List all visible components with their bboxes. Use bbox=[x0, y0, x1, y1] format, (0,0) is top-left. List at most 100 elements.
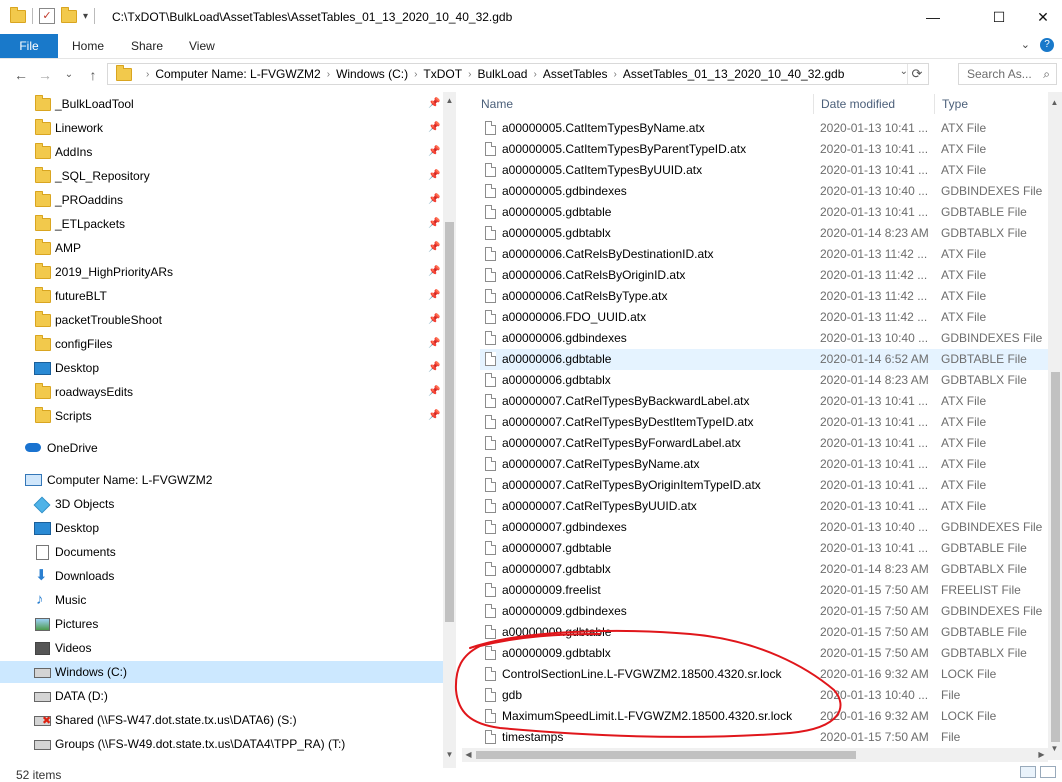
forward-button[interactable]: → bbox=[36, 66, 54, 84]
nav-item-configfiles[interactable]: configFiles 📌 bbox=[0, 333, 443, 355]
pin-icon[interactable]: 📌 bbox=[428, 309, 440, 331]
nav-item-addins[interactable]: AddIns 📌 bbox=[0, 141, 443, 163]
column-header-name[interactable]: Name bbox=[481, 92, 513, 116]
file-row[interactable]: a00000006.gdbtable 2020-01-14 6:52 AM GDBT… bbox=[480, 349, 1052, 370]
nav-item-3d-objects[interactable]: 3D Objects bbox=[0, 493, 443, 515]
file-row[interactable]: a00000006.CatRelsByType.atx 2020-01-13 11… bbox=[480, 286, 1052, 307]
file-row[interactable]: a00000006.CatRelsByOriginID.atx 2020-01-1… bbox=[480, 265, 1052, 286]
nav-item-downloads[interactable]: ⬇ Downloads bbox=[0, 565, 443, 587]
recent-locations-button[interactable]: ⌄ bbox=[60, 66, 78, 84]
file-row[interactable]: a00000005.CatItemTypesByParentTypeID.atx… bbox=[480, 139, 1052, 160]
nav-scrollbar[interactable]: ▲ ▼ bbox=[443, 92, 456, 768]
maximize-button[interactable]: ☐ bbox=[976, 4, 1022, 30]
column-header-type[interactable]: Type bbox=[942, 92, 968, 116]
nav-item-documents[interactable]: Documents bbox=[0, 541, 443, 563]
chevron-right-icon[interactable]: › bbox=[468, 69, 471, 80]
file-row[interactable]: a00000007.CatRelTypesByName.atx 2020-01-1… bbox=[480, 454, 1052, 475]
file-row[interactable]: a00000007.gdbtable 2020-01-13 10:41 ... GD… bbox=[480, 538, 1052, 559]
column-header-date[interactable]: Date modified bbox=[821, 92, 895, 116]
breadcrumb-txdot[interactable]: TxDOT bbox=[423, 67, 462, 81]
refresh-button[interactable]: ⟳ bbox=[907, 64, 926, 84]
search-icon[interactable]: ⌕ bbox=[1043, 64, 1050, 84]
scrollbar-thumb[interactable] bbox=[476, 751, 856, 759]
breadcrumb-windows-c[interactable]: Windows (C:) bbox=[336, 67, 408, 81]
nav-item-futureblt[interactable]: futureBLT 📌 bbox=[0, 285, 443, 307]
nav-item-amp[interactable]: AMP 📌 bbox=[0, 237, 443, 259]
pin-icon[interactable]: 📌 bbox=[428, 213, 440, 235]
file-row[interactable]: a00000005.CatItemTypesByUUID.atx 2020-01-… bbox=[480, 160, 1052, 181]
file-row[interactable]: a00000005.gdbtable 2020-01-13 10:41 ... GD… bbox=[480, 202, 1052, 223]
chevron-right-icon[interactable]: › bbox=[614, 69, 617, 80]
up-button[interactable]: ↑ bbox=[84, 66, 102, 84]
column-divider[interactable] bbox=[813, 94, 814, 114]
nav-item-proaddins[interactable]: _PROaddins 📌 bbox=[0, 189, 443, 211]
nav-item-pictures[interactable]: Pictures bbox=[0, 613, 443, 635]
breadcrumb-bulkload[interactable]: BulkLoad bbox=[477, 67, 527, 81]
nav-item-shared-s[interactable]: ✖ Shared (\\FS-W47.dot.state.tx.us\DATA6… bbox=[0, 709, 443, 731]
tab-file[interactable]: File bbox=[0, 34, 58, 58]
close-button[interactable]: ✕ bbox=[1020, 4, 1062, 30]
nav-item-linework[interactable]: Linework 📌 bbox=[0, 117, 443, 139]
nav-item-scripts[interactable]: Scripts 📌 bbox=[0, 405, 443, 427]
chevron-right-icon[interactable]: › bbox=[533, 69, 536, 80]
file-row[interactable]: timestamps 2020-01-15 7:50 AM File bbox=[480, 727, 1052, 748]
breadcrumb-gdb[interactable]: AssetTables_01_13_2020_10_40_32.gdb bbox=[623, 67, 845, 81]
file-row[interactable]: MaximumSpeedLimit.L-FVGWZM2.18500.4320.s… bbox=[480, 706, 1052, 727]
file-row[interactable]: a00000007.CatRelTypesByDestItemTypeID.at… bbox=[480, 412, 1052, 433]
pin-icon[interactable]: 📌 bbox=[428, 117, 440, 139]
nav-item-desktop[interactable]: Desktop bbox=[0, 517, 443, 539]
pin-icon[interactable]: 📌 bbox=[428, 93, 440, 115]
file-row[interactable]: a00000009.gdbtable 2020-01-15 7:50 AM GDBT… bbox=[480, 622, 1052, 643]
nav-item-bulkloadtool[interactable]: _BulkLoadTool 📌 bbox=[0, 93, 443, 115]
pin-icon[interactable]: 📌 bbox=[428, 333, 440, 355]
nav-item-videos[interactable]: Videos bbox=[0, 637, 443, 659]
pin-icon[interactable]: 📌 bbox=[428, 189, 440, 211]
scroll-left-icon[interactable]: ◀ bbox=[462, 748, 475, 762]
scroll-up-icon[interactable]: ▲ bbox=[443, 94, 456, 108]
new-folder-icon[interactable] bbox=[61, 6, 77, 23]
scroll-down-icon[interactable]: ▼ bbox=[443, 748, 456, 762]
back-button[interactable]: ← bbox=[12, 66, 30, 84]
file-row[interactable]: a00000007.gdbindexes 2020-01-13 10:40 ...… bbox=[480, 517, 1052, 538]
nav-item-desktop-pinned[interactable]: Desktop 📌 bbox=[0, 357, 443, 379]
file-row[interactable]: a00000007.CatRelTypesByOriginItemTypeID.… bbox=[480, 475, 1052, 496]
file-list-scrollbar[interactable]: ▲ ▼ bbox=[1048, 92, 1062, 760]
details-view-icon[interactable] bbox=[1020, 766, 1036, 778]
pin-icon[interactable]: 📌 bbox=[428, 261, 440, 283]
pin-icon[interactable]: 📌 bbox=[428, 405, 440, 427]
file-row[interactable]: a00000007.CatRelTypesByForwardLabel.atx 2… bbox=[480, 433, 1052, 454]
horizontal-scrollbar[interactable]: ◀ ▶ bbox=[462, 748, 1048, 762]
file-row[interactable]: a00000006.CatRelsByDestinationID.atx 2020… bbox=[480, 244, 1052, 265]
pin-icon[interactable]: 📌 bbox=[428, 237, 440, 259]
nav-item-onedrive[interactable]: OneDrive bbox=[0, 437, 443, 459]
nav-item-computer[interactable]: Computer Name: L-FVGWZM2 bbox=[0, 469, 443, 491]
scroll-down-icon[interactable]: ▼ bbox=[1048, 742, 1061, 756]
breadcrumb-computer[interactable]: Computer Name: L-FVGWZM2 bbox=[155, 67, 320, 81]
pin-icon[interactable]: 📌 bbox=[428, 141, 440, 163]
chevron-right-icon[interactable]: › bbox=[146, 69, 149, 80]
nav-item-music[interactable]: ♪ Music bbox=[0, 589, 443, 611]
file-row[interactable]: a00000007.CatRelTypesByBackwardLabel.atx… bbox=[480, 391, 1052, 412]
nav-item-windows-c[interactable]: Windows (C:) bbox=[0, 661, 443, 683]
file-row[interactable]: a00000009.gdbtablx 2020-01-15 7:50 AM GDBT… bbox=[480, 643, 1052, 664]
file-row[interactable]: a00000005.gdbindexes 2020-01-13 10:40 ...… bbox=[480, 181, 1052, 202]
customize-toolbar-icon[interactable]: ▾ bbox=[83, 11, 88, 22]
minimize-button[interactable]: — bbox=[910, 4, 956, 30]
search-input[interactable]: Search As... ⌕ bbox=[958, 63, 1057, 85]
nav-item-2019-highpriorityars[interactable]: 2019_HighPriorityARs 📌 bbox=[0, 261, 443, 283]
chevron-right-icon[interactable]: › bbox=[327, 69, 330, 80]
scroll-right-icon[interactable]: ▶ bbox=[1035, 748, 1048, 762]
tab-view[interactable]: View bbox=[189, 34, 215, 58]
file-row[interactable]: a00000007.gdbtablx 2020-01-14 8:23 AM GDBT… bbox=[480, 559, 1052, 580]
scroll-up-icon[interactable]: ▲ bbox=[1048, 96, 1061, 110]
nav-item-sql-repository[interactable]: _SQL_Repository 📌 bbox=[0, 165, 443, 187]
nav-item-packettroubleshoot[interactable]: packetTroubleShoot 📌 bbox=[0, 309, 443, 331]
file-row[interactable]: a00000005.CatItemTypesByName.atx 2020-01-… bbox=[480, 118, 1052, 139]
chevron-right-icon[interactable]: › bbox=[414, 69, 417, 80]
file-row[interactable]: gdb 2020-01-13 10:40 ... File bbox=[480, 685, 1052, 706]
nav-item-data-d[interactable]: DATA (D:) bbox=[0, 685, 443, 707]
file-row[interactable]: a00000009.freelist 2020-01-15 7:50 AM FREE… bbox=[480, 580, 1052, 601]
nav-item-roadwaysedits[interactable]: roadwaysEdits 📌 bbox=[0, 381, 443, 403]
scrollbar-thumb[interactable] bbox=[1051, 372, 1060, 742]
large-icons-view-icon[interactable] bbox=[1040, 766, 1056, 778]
